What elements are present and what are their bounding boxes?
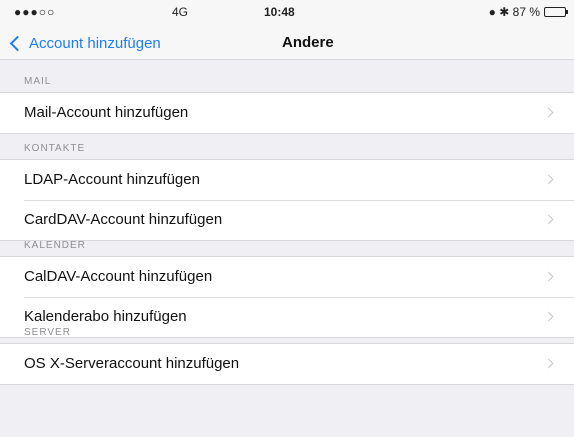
list-item-caldav-account[interactable]: CalDAV-Account hinzufügen xyxy=(0,257,574,297)
group-server: OS X-Serveraccount hinzufügen xyxy=(0,343,574,385)
list-item-mail-account[interactable]: Mail-Account hinzufügen xyxy=(0,93,574,133)
list-item-label: CardDAV-Account hinzufügen xyxy=(24,211,223,228)
status-bar: ●●●○○ 4G 10:48 ● ✱ 87 % xyxy=(0,0,574,24)
chevron-right-icon xyxy=(543,214,554,225)
group-kontakte: LDAP-Account hinzufügen CardDAV-Account … xyxy=(0,159,574,241)
status-indicators: ● ✱ 87 % xyxy=(488,5,540,19)
list-item-label: Mail-Account hinzufügen xyxy=(24,104,189,121)
list-item-label: CalDAV-Account hinzufügen xyxy=(24,268,213,285)
back-button-label: Account hinzufügen xyxy=(29,34,161,52)
list-item-label: Kalenderabo hinzufügen xyxy=(24,308,187,325)
chevron-left-icon xyxy=(9,35,26,51)
chevron-right-icon xyxy=(543,107,554,118)
list-item-carddav-account[interactable]: CardDAV-Account hinzufügen xyxy=(0,200,574,240)
status-time: 10:48 xyxy=(264,5,295,19)
list-item-label: OS X-Serveraccount hinzufügen xyxy=(24,355,240,372)
chevron-right-icon xyxy=(543,358,554,369)
chevron-right-icon xyxy=(543,174,554,185)
back-button[interactable]: Account hinzufügen xyxy=(8,32,161,54)
battery-icon xyxy=(544,7,568,17)
section-header-kontakte: KONTAKTE xyxy=(24,143,86,154)
group-mail: Mail-Account hinzufügen xyxy=(0,92,574,134)
section-header-server: SERVER xyxy=(24,327,71,338)
section-header-mail: MAIL xyxy=(24,76,52,87)
list-item-os-x-server-account[interactable]: OS X-Serveraccount hinzufügen xyxy=(0,344,574,384)
network-type: 4G xyxy=(172,5,189,19)
chevron-right-icon xyxy=(543,271,554,282)
list-item-label: LDAP-Account hinzufügen xyxy=(24,171,200,188)
list-item-kalenderabo[interactable]: Kalenderabo hinzufügen xyxy=(0,297,574,337)
section-header-kalender: KALENDER xyxy=(24,240,86,251)
page-title: Andere xyxy=(282,34,334,51)
group-kalender: CalDAV-Account hinzufügen Kalenderabo hi… xyxy=(0,256,574,338)
list-item-ldap-account[interactable]: LDAP-Account hinzufügen xyxy=(0,160,574,200)
navigation-bar: Account hinzufügen Andere xyxy=(0,24,574,60)
signal-strength: ●●●○○ xyxy=(14,5,56,19)
chevron-right-icon xyxy=(543,311,554,322)
